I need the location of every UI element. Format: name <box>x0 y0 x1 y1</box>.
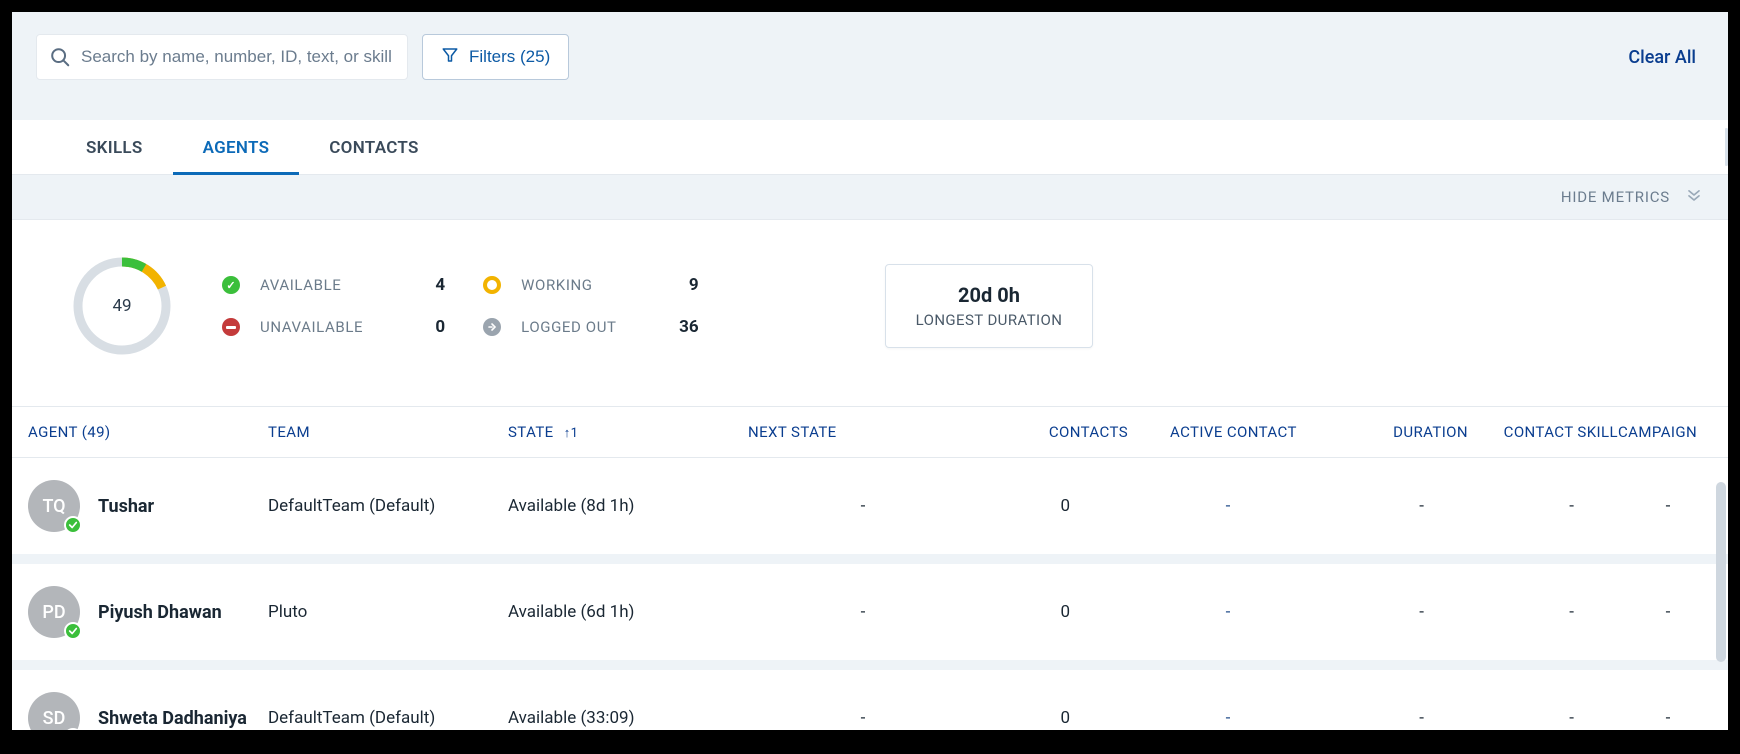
cell-team: Pluto <box>268 602 508 622</box>
cell-contact-skill: - <box>1468 708 1618 728</box>
agent-name: Shweta Dadhaniya <box>98 708 247 729</box>
hide-metrics-label: HIDE METRICS <box>1561 188 1670 206</box>
clear-all-link[interactable]: Clear All <box>1628 47 1704 68</box>
cell-campaign: - <box>1618 708 1718 728</box>
col-state[interactable]: STATE ↑1 <box>508 423 748 441</box>
cell-duration: - <box>1328 602 1468 622</box>
cell-campaign: - <box>1618 602 1718 622</box>
metrics-panel: 49 ✓ AVAILABLE 4 WORKING 9 UNAVAILABLE 0… <box>12 220 1728 407</box>
agents-table-header: AGENT (49) TEAM STATE ↑1 NEXT STATE CONT… <box>12 407 1728 458</box>
cell-state: Available (33:09) <box>508 708 748 728</box>
vertical-scrollbar[interactable] <box>1716 482 1726 662</box>
cell-duration: - <box>1328 708 1468 728</box>
status-badge-available-icon <box>64 728 82 730</box>
sort-indicator: ↑1 <box>564 426 579 441</box>
status-dot-available-icon: ✓ <box>222 276 240 294</box>
longest-duration-card[interactable]: 20d 0h LONGEST DURATION <box>885 264 1094 348</box>
cell-active-contact: - <box>1128 708 1328 728</box>
table-row[interactable]: SD Shweta Dadhaniya DefaultTeam (Default… <box>12 670 1728 730</box>
status-dot-unavailable-icon <box>222 318 240 336</box>
search-icon <box>49 46 71 68</box>
avatar: PD <box>28 586 80 638</box>
filters-label: Filters (25) <box>469 47 550 67</box>
col-campaign[interactable]: CAMPAIGN <box>1618 423 1718 441</box>
filter-bar: Filters (25) Clear All <box>12 12 1728 102</box>
col-active-contact[interactable]: ACTIVE CONTACT <box>1128 423 1328 441</box>
agent-donut-chart: 49 <box>70 254 174 358</box>
cell-active-contact: - <box>1128 602 1328 622</box>
col-contacts[interactable]: CONTACTS <box>978 423 1128 441</box>
cell-next-state: - <box>748 496 978 516</box>
longest-duration-label: LONGEST DURATION <box>916 311 1063 329</box>
cell-contacts: 0 <box>978 496 1128 516</box>
tab-agents[interactable]: AGENTS <box>173 120 300 174</box>
hide-metrics-toggle[interactable]: HIDE METRICS <box>12 175 1728 220</box>
cell-contact-skill: - <box>1468 496 1618 516</box>
filter-icon <box>441 46 459 69</box>
longest-duration-value: 20d 0h <box>916 283 1063 307</box>
unavailable-label: UNAVAILABLE <box>260 318 363 336</box>
cell-contacts: 0 <box>978 602 1128 622</box>
avatar: SD <box>28 692 80 730</box>
loggedout-value: 36 <box>637 317 717 337</box>
status-badge-available-icon <box>64 622 82 640</box>
cell-duration: - <box>1328 496 1468 516</box>
search-field[interactable] <box>36 34 408 80</box>
table-row[interactable]: PD Piyush Dhawan Pluto Available (6d 1h)… <box>12 564 1728 670</box>
agents-table-body: TQ Tushar DefaultTeam (Default) Availabl… <box>12 458 1728 730</box>
cell-team: DefaultTeam (Default) <box>268 496 508 516</box>
avatar: TQ <box>28 480 80 532</box>
cell-active-contact: - <box>1128 496 1328 516</box>
working-value: 9 <box>637 275 717 295</box>
cell-contacts: 0 <box>978 708 1128 728</box>
agent-name: Piyush Dhawan <box>98 602 222 623</box>
tab-skills[interactable]: SKILLS <box>56 120 173 174</box>
row-actions-menu[interactable] <box>1718 707 1728 730</box>
col-next-state[interactable]: NEXT STATE <box>748 423 978 441</box>
loggedout-label: LOGGED OUT <box>521 318 616 336</box>
agent-name: Tushar <box>98 496 154 517</box>
working-label: WORKING <box>521 276 616 294</box>
col-team[interactable]: TEAM <box>268 423 508 441</box>
available-label: AVAILABLE <box>260 276 363 294</box>
cell-state: Available (8d 1h) <box>508 496 748 516</box>
tab-contacts[interactable]: CONTACTS <box>299 120 448 174</box>
cell-contact-skill: - <box>1468 602 1618 622</box>
cell-campaign: - <box>1618 496 1718 516</box>
cell-state: Available (6d 1h) <box>508 602 748 622</box>
tabs: SKILLS AGENTS CONTACTS <box>12 120 1728 175</box>
cell-next-state: - <box>748 708 978 728</box>
col-duration[interactable]: DURATION <box>1328 423 1468 441</box>
unavailable-value: 0 <box>383 317 463 337</box>
available-value: 4 <box>383 275 463 295</box>
status-dot-working-icon <box>483 276 501 294</box>
cell-team: DefaultTeam (Default) <box>268 708 508 728</box>
donut-total: 49 <box>70 254 174 358</box>
chevron-down-double-icon <box>1684 185 1704 209</box>
table-row[interactable]: TQ Tushar DefaultTeam (Default) Availabl… <box>12 458 1728 564</box>
status-badge-available-icon <box>64 516 82 534</box>
col-agent[interactable]: AGENT (49) <box>28 423 268 441</box>
search-input[interactable] <box>81 47 395 67</box>
status-stats: ✓ AVAILABLE 4 WORKING 9 UNAVAILABLE 0 LO… <box>222 275 717 337</box>
tabs-divider <box>1725 128 1728 166</box>
status-dot-loggedout-icon <box>483 318 501 336</box>
col-contact-skill[interactable]: CONTACT SKILL <box>1468 423 1618 441</box>
filters-button[interactable]: Filters (25) <box>422 34 569 80</box>
cell-next-state: - <box>748 602 978 622</box>
